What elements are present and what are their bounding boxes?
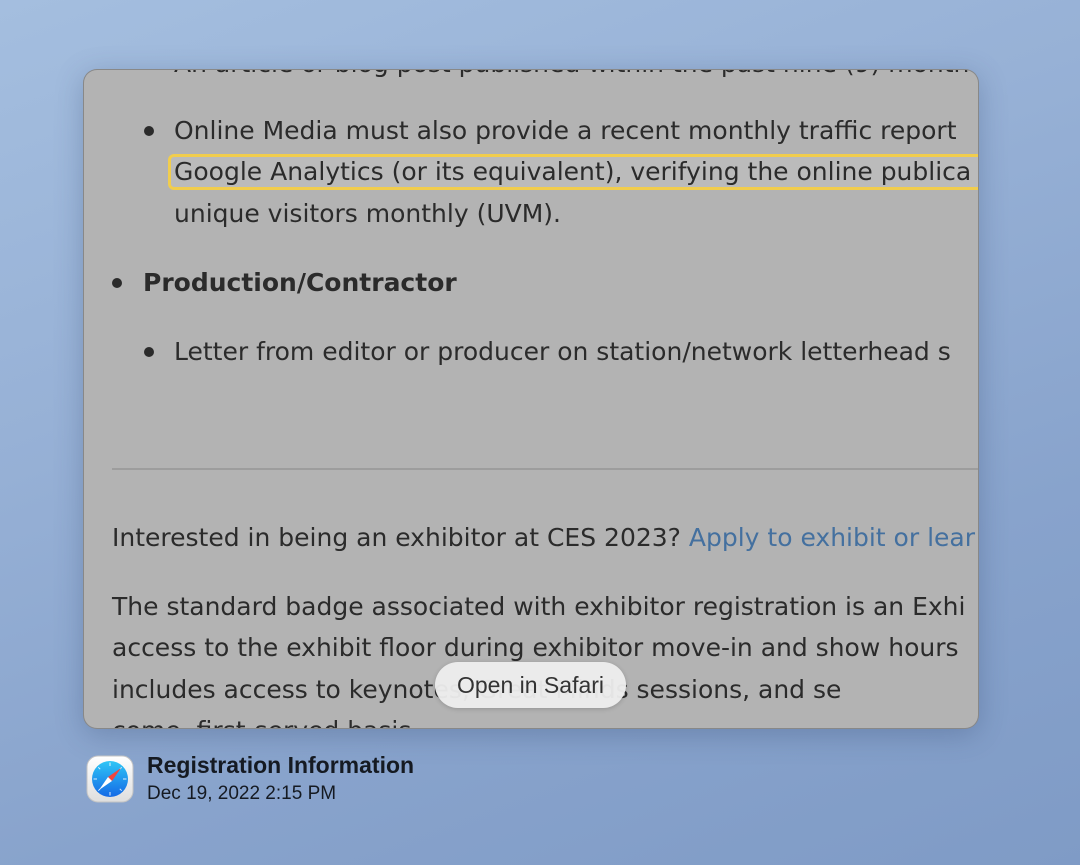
online-media-text-line-1: Online Media must also provide a recent …: [174, 116, 957, 145]
bullet-icon: [112, 278, 122, 288]
badge-text-line-4: come, first-served basis.: [112, 710, 419, 728]
document-title: Registration Information: [147, 752, 415, 778]
exhibitor-paragraph: Interested in being an exhibitor at CES …: [112, 517, 975, 558]
online-media-text-line-2: Google Analytics (or its equivalent), ve…: [174, 157, 972, 186]
online-media-text-line-3: unique visitors monthly (UVM).: [174, 199, 561, 228]
apply-exhibit-link[interactable]: Apply to exhibit or lear: [689, 523, 975, 552]
preview-content: An article or blog post published within…: [84, 70, 978, 728]
section-heading: Production/Contractor: [143, 268, 457, 297]
safari-compass-icon: [86, 755, 134, 803]
cut-off-text-line: An article or blog post published within…: [174, 70, 978, 84]
bullet-icon: [144, 347, 154, 357]
exhibitor-question-text: Interested in being an exhibitor at CES …: [112, 523, 689, 552]
letter-text-line: Letter from editor or producer on statio…: [174, 337, 951, 366]
badge-text-line-1: The standard badge associated with exhib…: [112, 592, 966, 621]
bullet-icon: [144, 126, 154, 136]
open-in-safari-button[interactable]: Open in Safari: [435, 662, 626, 708]
document-date: Dec 19, 2022 2:15 PM: [147, 783, 337, 804]
horizontal-divider: [112, 468, 978, 470]
web-page-preview[interactable]: An article or blog post published within…: [83, 69, 979, 729]
